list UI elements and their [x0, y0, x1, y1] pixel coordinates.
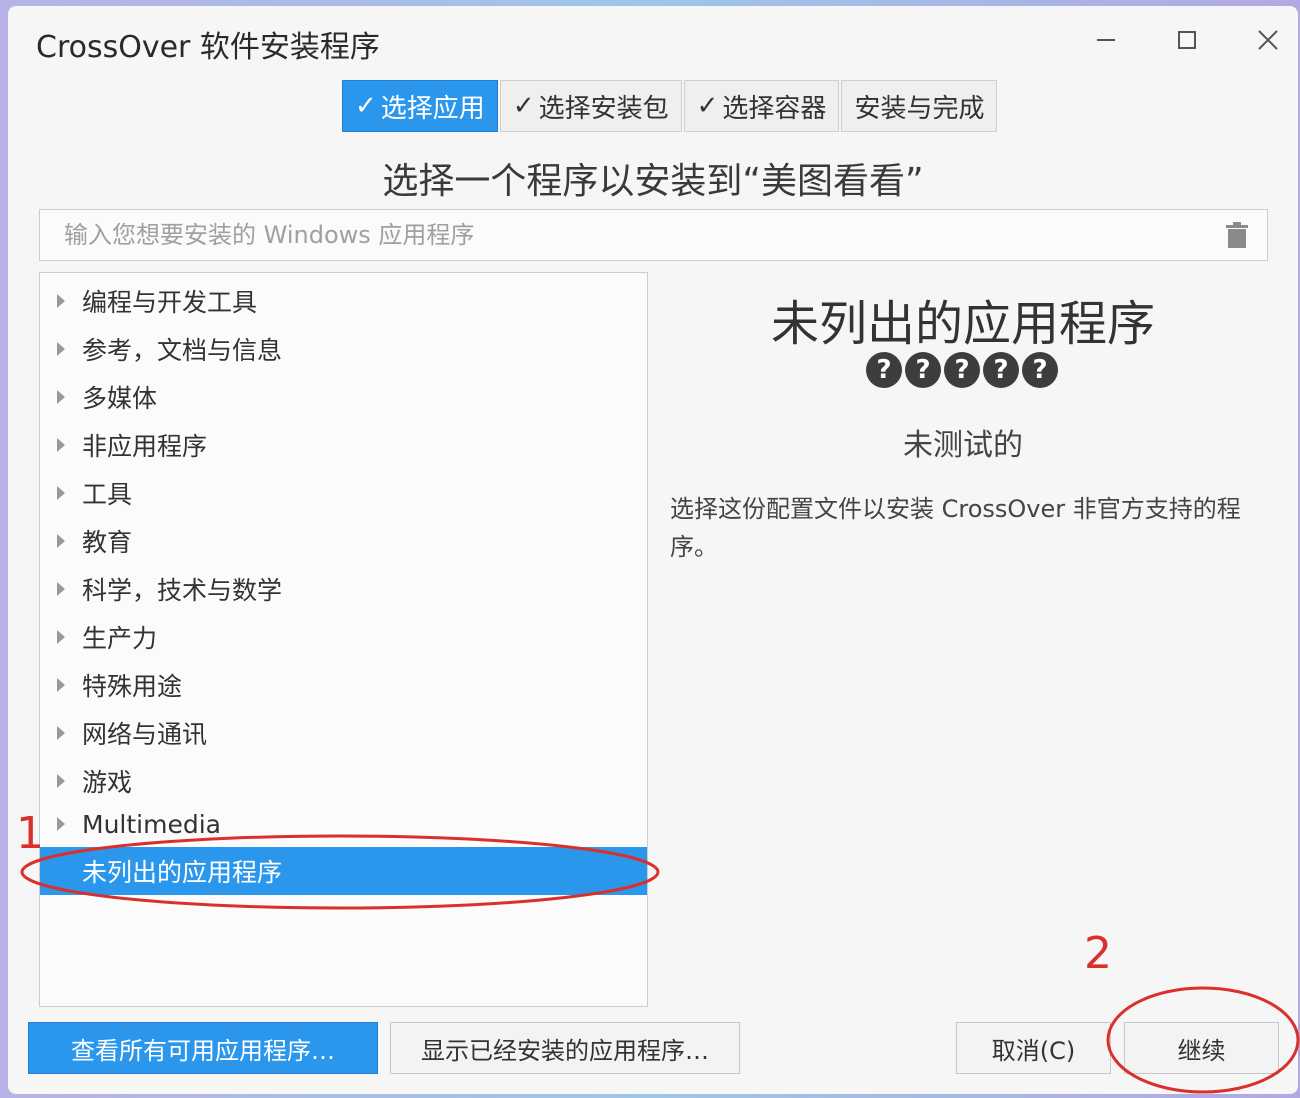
annotation-marker-2: 2 [1084, 928, 1112, 979]
annotation-marker-1: 1 [16, 808, 44, 859]
annotation-circle-1 [20, 834, 660, 910]
annotation-circle-2 [1106, 986, 1300, 1094]
